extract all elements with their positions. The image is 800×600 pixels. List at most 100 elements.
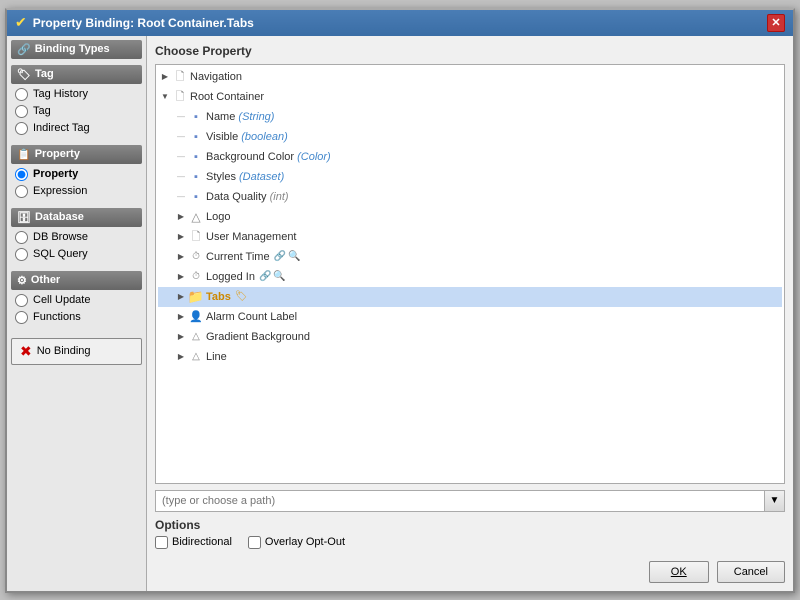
label-alarm-count: Alarm Count Label — [206, 308, 297, 326]
tree-item-visible[interactable]: ▪ Visible (boolean) — [158, 127, 782, 147]
link-icon2: 🔗 — [259, 268, 271, 286]
path-input[interactable] — [155, 490, 765, 512]
expander-tabs[interactable] — [174, 290, 188, 304]
radio-property-label: Property — [33, 168, 78, 180]
expander-styles — [174, 170, 188, 184]
tree-item-data-quality[interactable]: ▪ Data Quality (int) — [158, 187, 782, 207]
overlay-opt-out-checkbox[interactable] — [248, 536, 261, 549]
label-navigation: Navigation — [190, 68, 242, 86]
search-icon2: 🔍 — [273, 268, 285, 286]
icon-current-time: ⏱ — [188, 249, 204, 265]
icon-navigation: 🗋 — [172, 69, 188, 85]
tag-section: 🏷 Tag Tag History Tag Indirect Tag — [11, 65, 142, 137]
sidebar: 🔗 Binding Types 🏷 Tag Tag History Tag — [7, 36, 147, 591]
title-text: Property Binding: Root Container.Tabs — [33, 16, 254, 30]
icon-styles: ▪ — [188, 169, 204, 185]
tree-item-logged-in[interactable]: ⏱ Logged In 🔗 🔍 — [158, 267, 782, 287]
other-section-label: Other — [31, 274, 60, 286]
label-styles: Styles — [206, 168, 239, 186]
expander-visible — [174, 130, 188, 144]
radio-expression-input[interactable] — [15, 185, 28, 198]
tree-item-name[interactable]: ▪ Name (String) — [158, 107, 782, 127]
icon-name: ▪ — [188, 109, 204, 125]
type-visible: (boolean) — [241, 128, 287, 146]
label-root-container: Root Container — [190, 88, 264, 106]
radio-expression-label: Expression — [33, 185, 87, 197]
tree-item-current-time[interactable]: ⏱ Current Time 🔗 🔍 — [158, 247, 782, 267]
radio-tag-input[interactable] — [15, 105, 28, 118]
bidirectional-checkbox[interactable] — [155, 536, 168, 549]
database-section-label: Database — [35, 211, 84, 223]
overlay-opt-out-option[interactable]: Overlay Opt-Out — [248, 536, 345, 549]
tree-item-alarm-count[interactable]: 👤 Alarm Count Label — [158, 307, 782, 327]
title-bar: ✔ Property Binding: Root Container.Tabs … — [7, 10, 793, 36]
icon-gradient-bg: △ — [188, 329, 204, 345]
radio-indirect-tag-input[interactable] — [15, 122, 28, 135]
type-data-quality: (int) — [270, 188, 289, 206]
expander-line[interactable] — [174, 350, 188, 364]
radio-tag-label: Tag — [33, 105, 51, 117]
overlay-opt-out-label: Overlay Opt-Out — [265, 536, 345, 548]
radio-tag-history-input[interactable] — [15, 88, 28, 101]
radio-sql-query-input[interactable] — [15, 248, 28, 261]
expander-alarm-count[interactable] — [174, 310, 188, 324]
binding-types-icon: 🔗 — [17, 43, 31, 56]
tree-item-bg-color[interactable]: ▪ Background Color (Color) — [158, 147, 782, 167]
radio-indirect-tag[interactable]: Indirect Tag — [11, 120, 142, 137]
radio-tag-history-label: Tag History — [33, 88, 88, 100]
expander-root-container[interactable] — [158, 90, 172, 104]
label-logo: Logo — [206, 208, 230, 226]
property-tree[interactable]: 🗋 Navigation 🗋 Root Container ▪ Name (St… — [155, 64, 785, 484]
search-icon: 🔍 — [288, 248, 300, 266]
radio-db-browse[interactable]: DB Browse — [11, 229, 142, 246]
path-dropdown-button[interactable]: ▼ — [765, 490, 785, 512]
database-section-icon: 🗄 — [17, 211, 31, 224]
expander-current-time[interactable] — [174, 250, 188, 264]
tree-item-root-container[interactable]: 🗋 Root Container — [158, 87, 782, 107]
close-button[interactable]: ✕ — [767, 14, 785, 32]
database-section: 🗄 Database DB Browse SQL Query — [11, 208, 142, 263]
radio-tag[interactable]: Tag — [11, 103, 142, 120]
radio-functions-input[interactable] — [15, 311, 28, 324]
binding-types-label: Binding Types — [35, 43, 110, 55]
icon-bg-color: ▪ — [188, 149, 204, 165]
no-binding-icon: ✖ — [20, 343, 32, 360]
label-line: Line — [206, 348, 227, 366]
property-section: 📋 Property Property Expression — [11, 145, 142, 200]
expander-user-mgmt[interactable] — [174, 230, 188, 244]
icon-visible: ▪ — [188, 129, 204, 145]
tree-item-navigation[interactable]: 🗋 Navigation — [158, 67, 782, 87]
bidirectional-option[interactable]: Bidirectional — [155, 536, 232, 549]
radio-sql-query-label: SQL Query — [33, 248, 88, 260]
tag-section-label: Tag — [35, 68, 54, 80]
tabs-tools: 🏷 — [235, 288, 248, 306]
radio-property-input[interactable] — [15, 168, 28, 181]
right-panel: Choose Property 🗋 Navigation 🗋 Root Cont… — [147, 36, 793, 591]
expander-logged-in[interactable] — [174, 270, 188, 284]
tree-item-gradient-bg[interactable]: △ Gradient Background — [158, 327, 782, 347]
tree-item-line[interactable]: △ Line — [158, 347, 782, 367]
tree-item-tabs[interactable]: 📁 Tabs 🏷 — [158, 287, 782, 307]
expander-gradient-bg[interactable] — [174, 330, 188, 344]
expander-navigation[interactable] — [158, 70, 172, 84]
radio-cell-update[interactable]: Cell Update — [11, 292, 142, 309]
radio-functions-label: Functions — [33, 311, 81, 323]
label-current-time: Current Time — [206, 248, 270, 266]
radio-sql-query[interactable]: SQL Query — [11, 246, 142, 263]
radio-functions[interactable]: Functions — [11, 309, 142, 326]
cancel-button[interactable]: Cancel — [717, 561, 785, 583]
radio-cell-update-input[interactable] — [15, 294, 28, 307]
title-icon: ✔ — [15, 14, 27, 31]
ok-button[interactable]: OK — [649, 561, 709, 583]
radio-property[interactable]: Property — [11, 166, 142, 183]
radio-tag-history[interactable]: Tag History — [11, 86, 142, 103]
tree-item-styles[interactable]: ▪ Styles (Dataset) — [158, 167, 782, 187]
radio-db-browse-input[interactable] — [15, 231, 28, 244]
tree-item-user-mgmt[interactable]: 🗋 User Management — [158, 227, 782, 247]
tree-item-logo[interactable]: △ Logo — [158, 207, 782, 227]
current-time-tools: 🔗 🔍 — [274, 248, 301, 266]
expander-logo[interactable] — [174, 210, 188, 224]
no-binding-button[interactable]: ✖ No Binding — [11, 338, 142, 365]
radio-expression[interactable]: Expression — [11, 183, 142, 200]
label-logged-in: Logged In — [206, 268, 255, 286]
